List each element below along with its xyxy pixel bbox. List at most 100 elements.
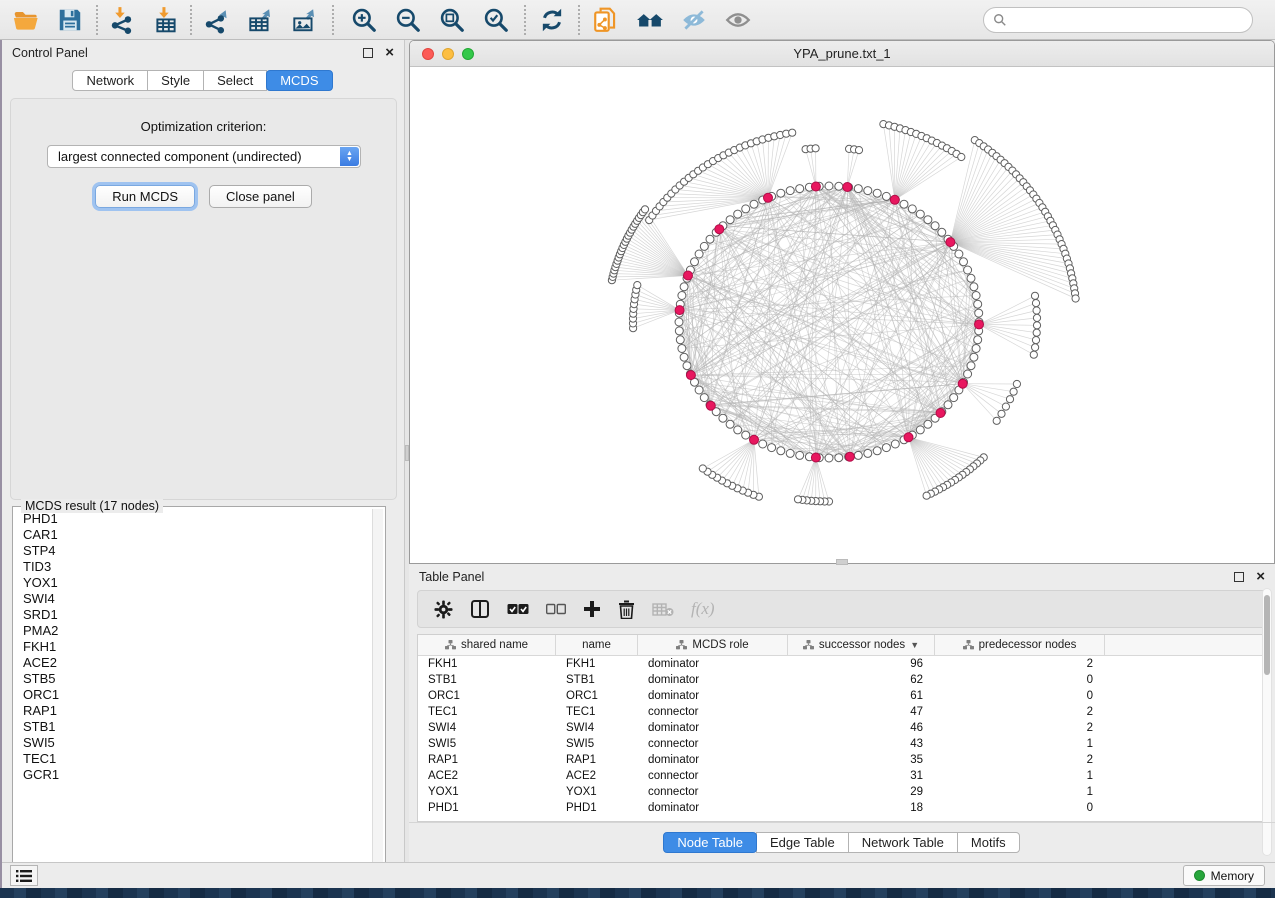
cell: 2 bbox=[935, 752, 1105, 768]
memory-button[interactable]: Memory bbox=[1183, 865, 1265, 886]
save-session-icon[interactable] bbox=[56, 6, 86, 34]
table-scrollbar-thumb[interactable] bbox=[1264, 595, 1270, 675]
table-row[interactable]: SWI4SWI4dominator462 bbox=[418, 720, 1266, 736]
cell: 1 bbox=[935, 736, 1105, 752]
export-image-icon[interactable] bbox=[290, 6, 320, 34]
network-title: YPA_prune.txt_1 bbox=[793, 46, 890, 61]
mcds-result-item[interactable]: PHD1 bbox=[15, 511, 371, 527]
export-table-icon[interactable] bbox=[246, 6, 276, 34]
open-session-icon[interactable] bbox=[12, 6, 42, 34]
tab-network[interactable]: Network bbox=[72, 70, 148, 91]
table-scrollbar[interactable] bbox=[1262, 588, 1272, 856]
mcds-result-item[interactable]: SWI4 bbox=[15, 591, 371, 607]
tab-network-table[interactable]: Network Table bbox=[848, 832, 958, 853]
mcds-result-item[interactable]: STB5 bbox=[15, 671, 371, 687]
table-row[interactable]: STB1STB1dominator620 bbox=[418, 672, 1266, 688]
float-table-panel-icon[interactable] bbox=[1234, 572, 1244, 582]
criterion-dropdown[interactable]: largest connected component (undirected)… bbox=[47, 145, 361, 168]
table-row[interactable]: ORC1ORC1dominator610 bbox=[418, 688, 1266, 704]
column-header-predecessor-nodes[interactable]: predecessor nodes bbox=[935, 635, 1105, 655]
close-table-panel-icon[interactable]: × bbox=[1256, 572, 1265, 582]
mcds-result-item[interactable]: STB1 bbox=[15, 719, 371, 735]
mcds-result-item[interactable]: YOX1 bbox=[15, 575, 371, 591]
hide-selected-icon[interactable] bbox=[680, 6, 710, 34]
tab-node-table[interactable]: Node Table bbox=[663, 832, 757, 853]
zoom-out-icon[interactable] bbox=[394, 6, 424, 34]
cell: 2 bbox=[935, 704, 1105, 720]
table-row[interactable]: RAP1RAP1dominator352 bbox=[418, 752, 1266, 768]
cell: dominator bbox=[638, 720, 788, 736]
table-row[interactable]: SWI5SWI5connector431 bbox=[418, 736, 1266, 752]
import-table-icon[interactable] bbox=[152, 6, 182, 34]
import-network-icon[interactable] bbox=[108, 6, 138, 34]
table-settings-gear-icon[interactable] bbox=[434, 600, 453, 619]
add-column-icon[interactable] bbox=[583, 600, 601, 618]
double-home-icon[interactable] bbox=[636, 6, 666, 34]
search-box[interactable] bbox=[983, 7, 1253, 33]
mcds-result-item[interactable]: ORC1 bbox=[15, 687, 371, 703]
column-header-MCDS-role[interactable]: MCDS role bbox=[638, 635, 788, 655]
table-row[interactable]: YOX1YOX1connector291 bbox=[418, 784, 1266, 800]
mcds-result-item[interactable]: TEC1 bbox=[15, 751, 371, 767]
tab-edge-table[interactable]: Edge Table bbox=[756, 832, 849, 853]
cell: dominator bbox=[638, 688, 788, 704]
mcds-result-item[interactable]: FKH1 bbox=[15, 639, 371, 655]
namespace-icon bbox=[445, 640, 456, 650]
close-panel-button[interactable]: Close panel bbox=[209, 185, 312, 208]
tab-mcds[interactable]: MCDS bbox=[266, 70, 332, 91]
column-label: predecessor nodes bbox=[979, 639, 1077, 651]
export-network-icon[interactable] bbox=[202, 6, 232, 34]
tab-style[interactable]: Style bbox=[147, 70, 204, 91]
column-header-name[interactable]: name bbox=[556, 635, 638, 655]
mcds-result-item[interactable]: ACE2 bbox=[15, 655, 371, 671]
run-mcds-button[interactable]: Run MCDS bbox=[95, 185, 195, 208]
window-minimize-icon[interactable] bbox=[442, 48, 454, 60]
mcds-result-item[interactable]: PMA2 bbox=[15, 623, 371, 639]
tab-motifs[interactable]: Motifs bbox=[957, 832, 1020, 853]
column-header-shared-name[interactable]: shared name bbox=[418, 635, 556, 655]
table-row[interactable]: TEC1TEC1connector472 bbox=[418, 704, 1266, 720]
window-maximize-icon[interactable] bbox=[462, 48, 474, 60]
delete-column-icon[interactable] bbox=[618, 600, 635, 619]
show-all-icon[interactable] bbox=[724, 6, 754, 34]
table-row[interactable]: PHD1PHD1dominator180 bbox=[418, 800, 1266, 816]
mcds-result-item[interactable]: RAP1 bbox=[15, 703, 371, 719]
task-history-button[interactable] bbox=[10, 865, 38, 886]
cell: 46 bbox=[788, 720, 935, 736]
mcds-list-scrollbar[interactable] bbox=[372, 509, 383, 875]
deselect-all-icon[interactable] bbox=[546, 603, 566, 615]
zoom-in-icon[interactable] bbox=[350, 6, 380, 34]
mcds-result-item[interactable]: STP4 bbox=[15, 543, 371, 559]
zoom-fit-icon[interactable] bbox=[438, 6, 468, 34]
search-input[interactable] bbox=[1007, 10, 1252, 30]
close-panel-icon[interactable]: × bbox=[385, 48, 394, 58]
tab-select[interactable]: Select bbox=[203, 70, 267, 91]
criterion-value: largest connected component (undirected) bbox=[58, 149, 302, 164]
cell: FKH1 bbox=[556, 656, 638, 672]
mcds-result-item[interactable]: SRD1 bbox=[15, 607, 371, 623]
network-canvas[interactable] bbox=[410, 67, 1274, 564]
cell: 43 bbox=[788, 736, 935, 752]
table-row[interactable]: FKH1FKH1dominator962 bbox=[418, 656, 1266, 672]
cell: PHD1 bbox=[556, 800, 638, 816]
mcds-result-item[interactable]: CAR1 bbox=[15, 527, 371, 543]
float-panel-icon[interactable] bbox=[363, 48, 373, 58]
toolbar-separator bbox=[96, 5, 98, 35]
horizontal-splitter-handle[interactable] bbox=[836, 559, 848, 565]
refresh-view-icon[interactable] bbox=[538, 6, 568, 34]
cell: STB1 bbox=[556, 672, 638, 688]
mcds-result-item[interactable]: GCR1 bbox=[15, 767, 371, 783]
select-all-icon[interactable] bbox=[507, 602, 529, 616]
mcds-result-item[interactable]: SWI5 bbox=[15, 735, 371, 751]
cell: dominator bbox=[638, 672, 788, 688]
column-chooser-icon[interactable] bbox=[470, 599, 490, 619]
window-close-icon[interactable] bbox=[422, 48, 434, 60]
mcds-result-item[interactable]: TID3 bbox=[15, 559, 371, 575]
cell: dominator bbox=[638, 752, 788, 768]
network-titlebar[interactable]: YPA_prune.txt_1 bbox=[410, 41, 1274, 67]
search-icon bbox=[993, 13, 1007, 27]
column-header-successor-nodes[interactable]: successor nodes▼ bbox=[788, 635, 935, 655]
clone-network-icon[interactable] bbox=[592, 6, 622, 34]
table-row[interactable]: ACE2ACE2connector311 bbox=[418, 768, 1266, 784]
zoom-selected-icon[interactable] bbox=[482, 6, 512, 34]
